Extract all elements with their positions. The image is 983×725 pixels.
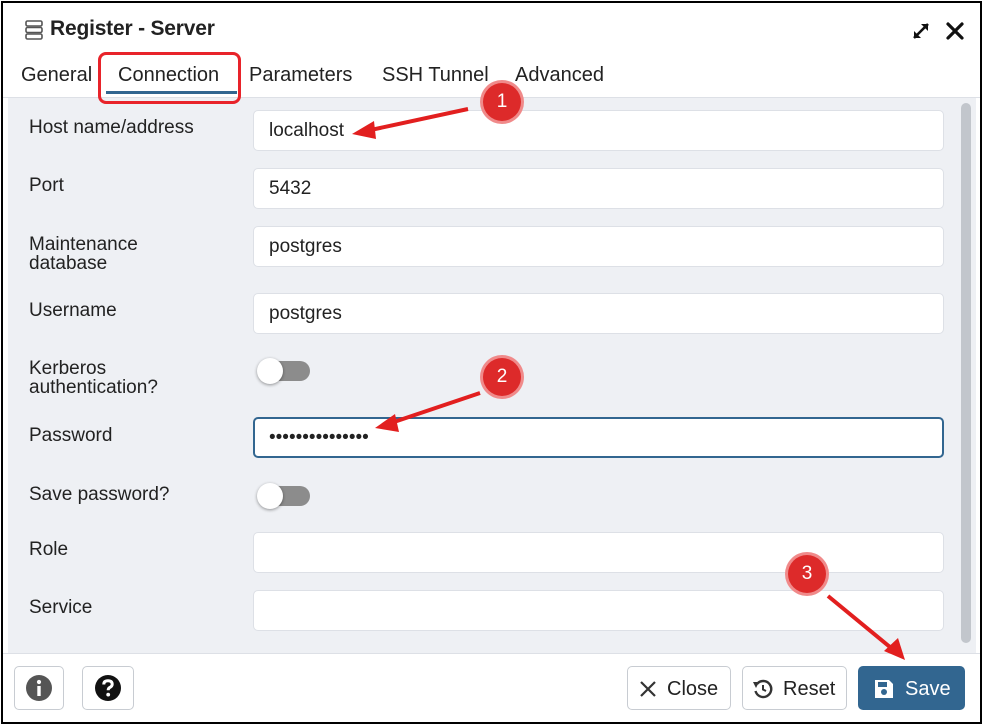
service-label: Service xyxy=(29,597,93,618)
kerberos-toggle[interactable] xyxy=(257,358,310,384)
tab-ssh-tunnel[interactable]: SSH Tunnel xyxy=(382,64,489,87)
host-input[interactable]: localhost xyxy=(253,110,944,151)
save-floppy-icon xyxy=(875,680,893,698)
dialog-footer: Close Reset Save xyxy=(3,653,980,722)
kerberos-label-line2: authentication? xyxy=(29,377,158,398)
role-input[interactable] xyxy=(253,532,944,573)
port-input[interactable]: 5432 xyxy=(253,168,944,209)
username-input[interactable]: postgres xyxy=(253,293,944,334)
scrollbar[interactable] xyxy=(961,103,971,643)
port-label: Port xyxy=(29,175,64,196)
close-icon[interactable] xyxy=(943,19,967,43)
username-label: Username xyxy=(29,300,117,321)
save-password-label: Save password? xyxy=(29,484,170,505)
save-button[interactable]: Save xyxy=(858,666,965,710)
maximize-icon[interactable] xyxy=(909,19,933,43)
close-button[interactable]: Close xyxy=(627,666,731,710)
close-button-label: Close xyxy=(667,678,719,700)
service-input[interactable] xyxy=(253,590,944,631)
save-password-toggle[interactable] xyxy=(257,483,310,509)
dialog-title: Register - Server xyxy=(50,17,215,40)
help-icon xyxy=(95,675,121,701)
password-label: Password xyxy=(29,425,113,446)
connection-tab-highlight xyxy=(98,52,241,104)
reset-button-label: Reset xyxy=(783,678,836,700)
tab-advanced[interactable]: Advanced xyxy=(515,64,604,87)
help-button[interactable] xyxy=(82,666,134,710)
maintenance-db-label-line2: database xyxy=(29,253,108,274)
step-badge-1: 1 xyxy=(483,83,521,121)
maintenance-db-input[interactable]: postgres xyxy=(253,226,944,267)
server-icon xyxy=(25,20,43,40)
host-label: Host name/address xyxy=(29,117,194,138)
maintenance-db-label-line1: Maintenance xyxy=(29,234,138,255)
reset-button[interactable]: Reset xyxy=(742,666,847,710)
info-button[interactable] xyxy=(14,666,64,710)
step-badge-2: 2 xyxy=(483,358,521,396)
reset-icon xyxy=(753,679,773,699)
toggle-knob xyxy=(257,483,283,509)
kerberos-label-line1: Kerberos xyxy=(29,358,107,379)
step-badge-3: 3 xyxy=(788,555,826,593)
save-button-label: Save xyxy=(905,678,951,700)
password-input[interactable]: ••••••••••••••• xyxy=(253,417,944,458)
toggle-knob xyxy=(257,358,283,384)
role-label: Role xyxy=(29,539,69,560)
close-x-icon xyxy=(640,681,656,697)
tab-general[interactable]: General xyxy=(21,64,92,87)
info-icon xyxy=(26,675,52,701)
dialog-title-bar: Register - Server xyxy=(3,3,980,54)
tab-parameters[interactable]: Parameters xyxy=(249,64,352,87)
